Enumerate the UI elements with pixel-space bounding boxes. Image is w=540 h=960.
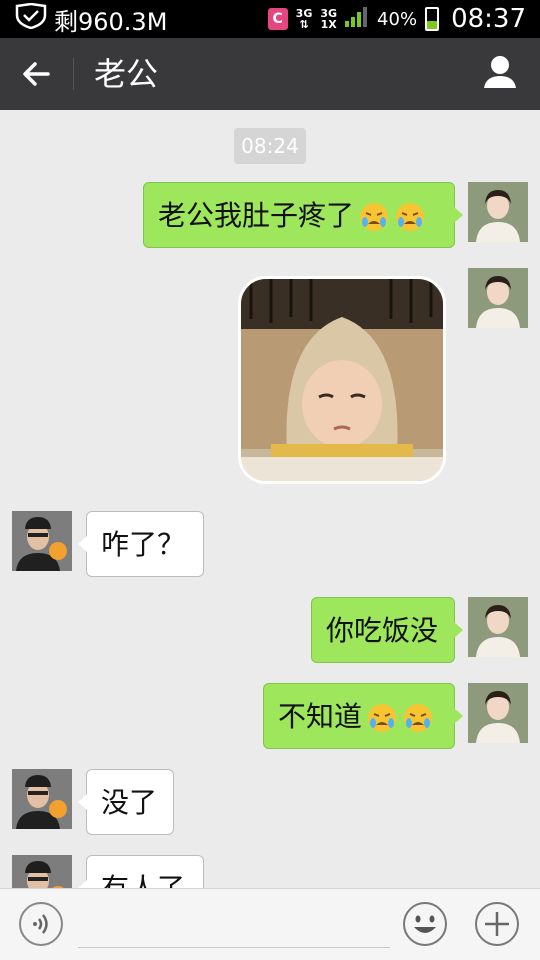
message-bubble-incoming[interactable]: 没了 (78, 769, 174, 835)
storage-remaining: 剩960.3M (54, 7, 168, 36)
message-bubble-incoming[interactable]: 咋了？ (78, 511, 204, 577)
more-options-button[interactable] (474, 901, 520, 947)
chat-input-bar (0, 888, 540, 960)
network-secondary-indicator: 3G 1X (320, 8, 337, 30)
signal-strength-icon (345, 5, 369, 33)
message-text: 老公我肚子疼了 (158, 199, 355, 232)
person-icon (484, 56, 516, 88)
baby-sticker-image[interactable] (238, 276, 446, 484)
security-shield-icon (14, 2, 48, 35)
crying-face-emoji-icon (404, 704, 433, 732)
voice-icon (19, 902, 63, 946)
clock: 08:37 (451, 4, 526, 34)
data-arrows-icon: ⇅ (299, 18, 309, 31)
contact-avatar[interactable] (12, 769, 72, 829)
message-timestamp: 08:24 (234, 128, 306, 164)
status-left: 剩960.3M (14, 2, 168, 36)
status-right: C 3G ⇅ 3G 1X 40% 08:37 (267, 2, 526, 36)
network-3g-indicator: 3G ⇅ (296, 8, 313, 30)
message-text: 咋了？ (101, 528, 186, 561)
chat-title-bar: 老公 (0, 38, 540, 110)
message-bubble-outgoing[interactable]: 你吃饭没 (311, 597, 463, 663)
message-text: 没了 (101, 786, 158, 819)
status-bar: 剩960.3M C 3G ⇅ 3G 1X 40% 08:37 (0, 0, 540, 38)
app-notification-icon: C (267, 8, 288, 30)
crying-face-emoji-icon (396, 203, 425, 231)
self-avatar[interactable] (468, 597, 528, 657)
self-avatar[interactable] (468, 182, 528, 242)
smiley-icon (403, 902, 447, 946)
title-divider (73, 58, 74, 90)
plus-icon (475, 902, 519, 946)
message-text: 不知道 (278, 700, 363, 733)
arrow-left-icon (23, 62, 50, 86)
crying-face-emoji-icon (368, 704, 397, 732)
self-avatar[interactable] (468, 683, 528, 743)
contact-profile-button[interactable] (482, 54, 518, 94)
emoji-button[interactable] (402, 901, 448, 947)
back-button[interactable] (18, 54, 58, 94)
message-text: 你吃饭没 (326, 614, 439, 647)
contact-avatar[interactable] (12, 511, 72, 571)
voice-input-button[interactable] (18, 901, 64, 947)
message-bubble-outgoing[interactable]: 老公我肚子疼了 (143, 182, 463, 248)
network-label-bottom: 1X (320, 18, 337, 31)
battery-percent: 40% (377, 8, 418, 30)
message-bubble-outgoing[interactable]: 不知道 (263, 683, 463, 749)
chat-title: 老公 (94, 55, 159, 93)
message-input-field[interactable] (78, 947, 390, 948)
self-avatar[interactable] (468, 268, 528, 328)
crying-face-emoji-icon (360, 203, 389, 231)
battery-icon (425, 7, 440, 31)
battery-level (427, 21, 438, 29)
